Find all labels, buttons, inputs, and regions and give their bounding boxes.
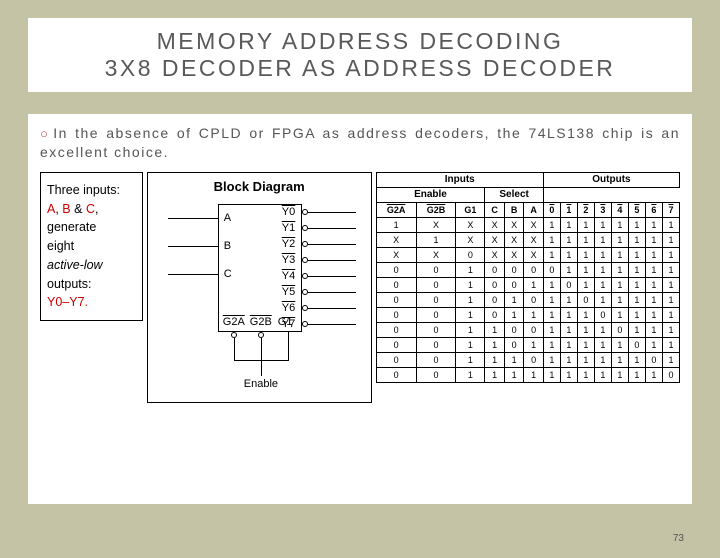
inputs-description: Three inputs: A, B & C, generateeight ac…	[40, 172, 143, 321]
title-line2: 3X8 DECODER AS ADDRESS DECODER	[28, 55, 692, 82]
title-line1: MEMORY ADDRESS DECODING	[28, 28, 692, 55]
slide-body: ○In the absence of CPLD or FPGA as addre…	[28, 114, 692, 504]
slide-header: MEMORY ADDRESS DECODING 3X8 DECODER AS A…	[28, 18, 692, 92]
truth-table: InputsOutputs EnableSelect G2AG2BG1CBA01…	[376, 172, 680, 383]
page-number: 73	[673, 533, 684, 544]
bullet-icon: ○	[40, 126, 51, 141]
bullet-text: ○In the absence of CPLD or FPGA as addre…	[40, 124, 680, 162]
block-diagram: Block Diagram A B C G2A G2B G1 Enable Y0…	[147, 172, 372, 403]
